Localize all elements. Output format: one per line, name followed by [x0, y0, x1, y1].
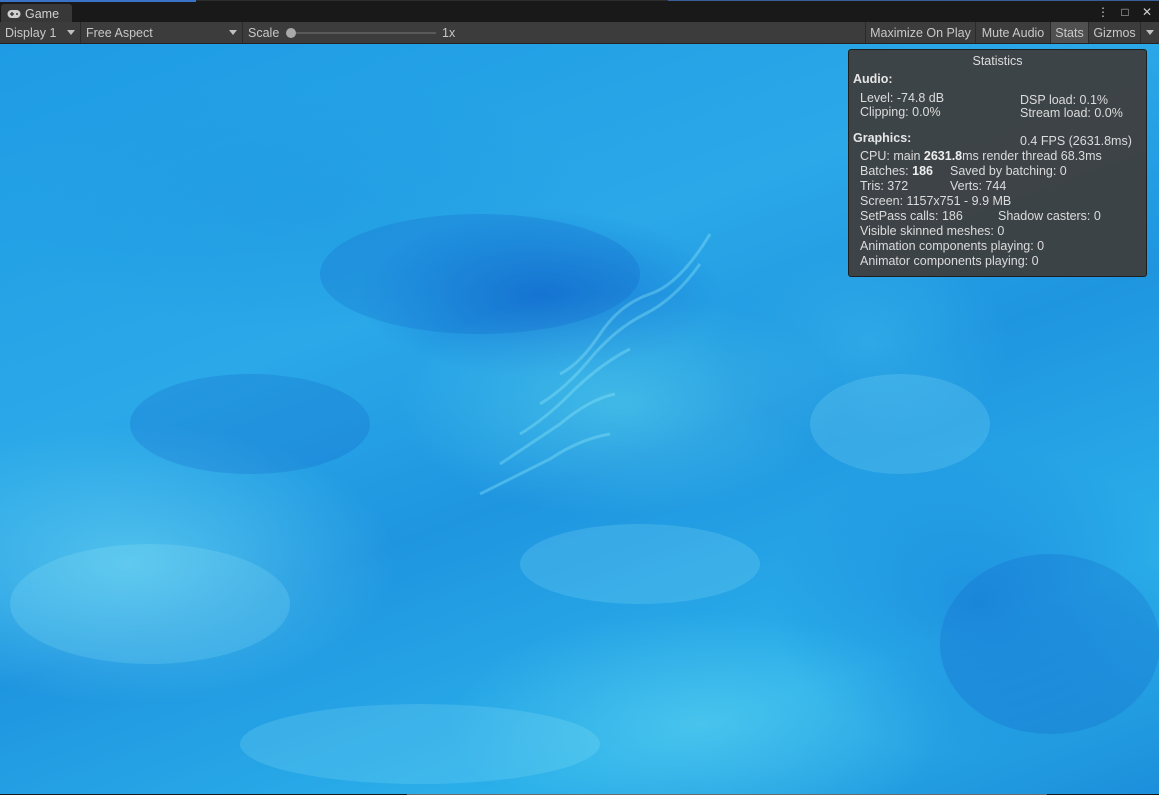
- gamepad-icon: [7, 9, 21, 19]
- scale-value: 1x: [442, 25, 456, 40]
- graphics-header: Graphics:: [853, 131, 912, 145]
- chevron-down-icon: [67, 30, 75, 35]
- fps-readout: 0.4 FPS (2631.8ms): [1020, 134, 1132, 148]
- maximize-on-play-button[interactable]: Maximize On Play: [865, 22, 975, 43]
- aspect-dropdown-label: Free Aspect: [86, 25, 153, 40]
- more-options-icon[interactable]: ⋮: [1097, 4, 1109, 20]
- setpass-stat: SetPass calls: 186: [860, 209, 963, 223]
- animator-components-stat: Animator components playing: 0: [860, 254, 1039, 268]
- shadow-casters-stat: Shadow casters: 0: [998, 209, 1101, 223]
- skinned-meshes-stat: Visible skinned meshes: 0: [860, 224, 1005, 238]
- gizmos-dropdown[interactable]: [1140, 22, 1159, 43]
- tab-accent-line: [0, 0, 196, 2]
- tab-label: Game: [25, 6, 60, 21]
- statistics-panel: Statistics Audio: Level: -74.8 dB Clippi…: [848, 49, 1147, 277]
- cpu-stats: CPU: main 2631.8ms render thread 68.3ms: [860, 149, 1102, 163]
- scale-slider-track[interactable]: [288, 32, 436, 34]
- stream-load: Stream load: 0.0%: [1020, 106, 1123, 120]
- saved-by-batching: Saved by batching: 0: [950, 164, 1067, 178]
- audio-header: Audio:: [853, 72, 893, 86]
- maximize-icon[interactable]: □: [1119, 4, 1131, 20]
- chevron-down-icon: [1146, 30, 1154, 35]
- aspect-dropdown[interactable]: Free Aspect: [81, 22, 243, 43]
- stats-button[interactable]: Stats: [1050, 22, 1088, 43]
- display-dropdown-label: Display 1: [5, 25, 57, 40]
- dock-accent-line: [668, 0, 1159, 1]
- chevron-down-icon: [229, 30, 237, 35]
- animation-components-stat: Animation components playing: 0: [860, 239, 1045, 253]
- stats-title: Statistics: [972, 54, 1023, 68]
- audio-level: Level: -74.8 dB: [860, 91, 945, 105]
- scale-slider-handle[interactable]: [286, 28, 296, 38]
- scale-label: Scale: [248, 25, 280, 40]
- tris-stat: Tris: 372: [860, 179, 909, 193]
- tab-game[interactable]: Game: [1, 4, 72, 23]
- mute-audio-button[interactable]: Mute Audio: [975, 22, 1050, 43]
- tab-bar: Game ⋮ □ ✕: [0, 0, 1159, 23]
- display-dropdown[interactable]: Display 1: [0, 22, 81, 43]
- batches-stat: Batches: 186: [860, 164, 933, 178]
- audio-clipping: Clipping: 0.0%: [860, 105, 941, 119]
- gizmos-button[interactable]: Gizmos: [1088, 22, 1140, 43]
- verts-stat: Verts: 744: [950, 179, 1007, 193]
- screen-stat: Screen: 1157x751 - 9.9 MB: [860, 194, 1012, 208]
- close-icon[interactable]: ✕: [1141, 4, 1153, 20]
